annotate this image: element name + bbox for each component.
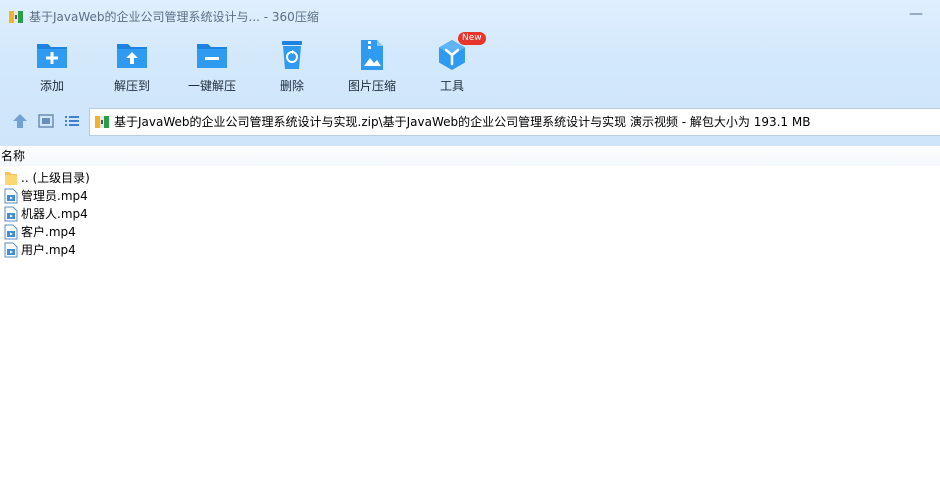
add-label: 添加 [39,79,64,93]
file-name: 客户.mp4 [21,225,76,239]
list-view-icon[interactable] [63,112,81,130]
file-name: 机器人.mp4 [21,207,88,221]
delete-label: 删除 [279,79,304,93]
video-file-icon [4,206,18,222]
add-button[interactable]: 添加 [12,34,92,98]
video-file-icon [4,224,18,240]
archive-app-icon [9,11,23,23]
folder-extract-icon [117,44,147,68]
file-name: 管理员.mp4 [21,189,88,203]
list-item[interactable]: 管理员.mp4 [4,187,88,205]
title-bar: 基于JavaWeb的企业公司管理系统设计与... - 360压缩 — [0,0,940,34]
minimize-button[interactable]: — [896,0,936,28]
one-click-extract-button[interactable]: 一键解压 [172,34,252,98]
image-compress-icon [361,40,383,70]
zip-archive-icon [95,116,109,128]
one-click-extract-label: 一键解压 [187,79,236,93]
video-file-icon [4,242,18,258]
new-badge: New [458,32,486,45]
name-column-header[interactable]: 名称 [1,148,25,164]
delete-button[interactable]: 删除 [252,34,332,98]
recycle-bin-icon [282,41,302,69]
file-name: .. (上级目录) [21,171,90,185]
tools-label: 工具 [439,79,464,93]
folder-icon [5,172,17,185]
toolbar: 添加 解压到 一键解压 删除 图片压缩 New 工具 [0,32,940,100]
file-name: 用户.mp4 [21,243,76,257]
top-panel: 基于JavaWeb的企业公司管理系统设计与... - 360压缩 — 添加 解压… [0,0,940,146]
list-item-parent[interactable]: .. (上级目录) [4,169,90,187]
list-item[interactable]: 用户.mp4 [4,241,76,259]
address-bar[interactable]: 基于JavaWeb的企业公司管理系统设计与实现.zip\基于JavaWeb的企业… [89,108,940,136]
folder-minus-icon [197,44,227,68]
file-list: 名称 .. (上级目录) 管理员.mp4 机器人.mp4 客户.mp4 用户.m… [0,146,940,489]
address-path: 基于JavaWeb的企业公司管理系统设计与实现.zip\基于JavaWeb的企业… [114,115,811,129]
minimize-icon: — [909,6,923,22]
column-header: 名称 [0,146,940,166]
extract-to-label: 解压到 [113,79,150,93]
window-title: 基于JavaWeb的企业公司管理系统设计与... - 360压缩 [29,10,319,24]
tools-button[interactable]: New 工具 [412,32,492,98]
extract-to-button[interactable]: 解压到 [92,34,172,98]
list-item[interactable]: 客户.mp4 [4,223,76,241]
image-compress-label: 图片压缩 [347,79,396,93]
folder-add-icon [37,44,67,68]
thumbnail-view-icon[interactable] [37,112,55,130]
navigation-bar: 基于JavaWeb的企业公司管理系统设计与实现.zip\基于JavaWeb的企业… [0,106,940,136]
list-item[interactable]: 机器人.mp4 [4,205,88,223]
video-file-icon [4,188,18,204]
up-arrow-icon[interactable] [11,112,29,130]
image-compress-button[interactable]: 图片压缩 [332,34,412,98]
